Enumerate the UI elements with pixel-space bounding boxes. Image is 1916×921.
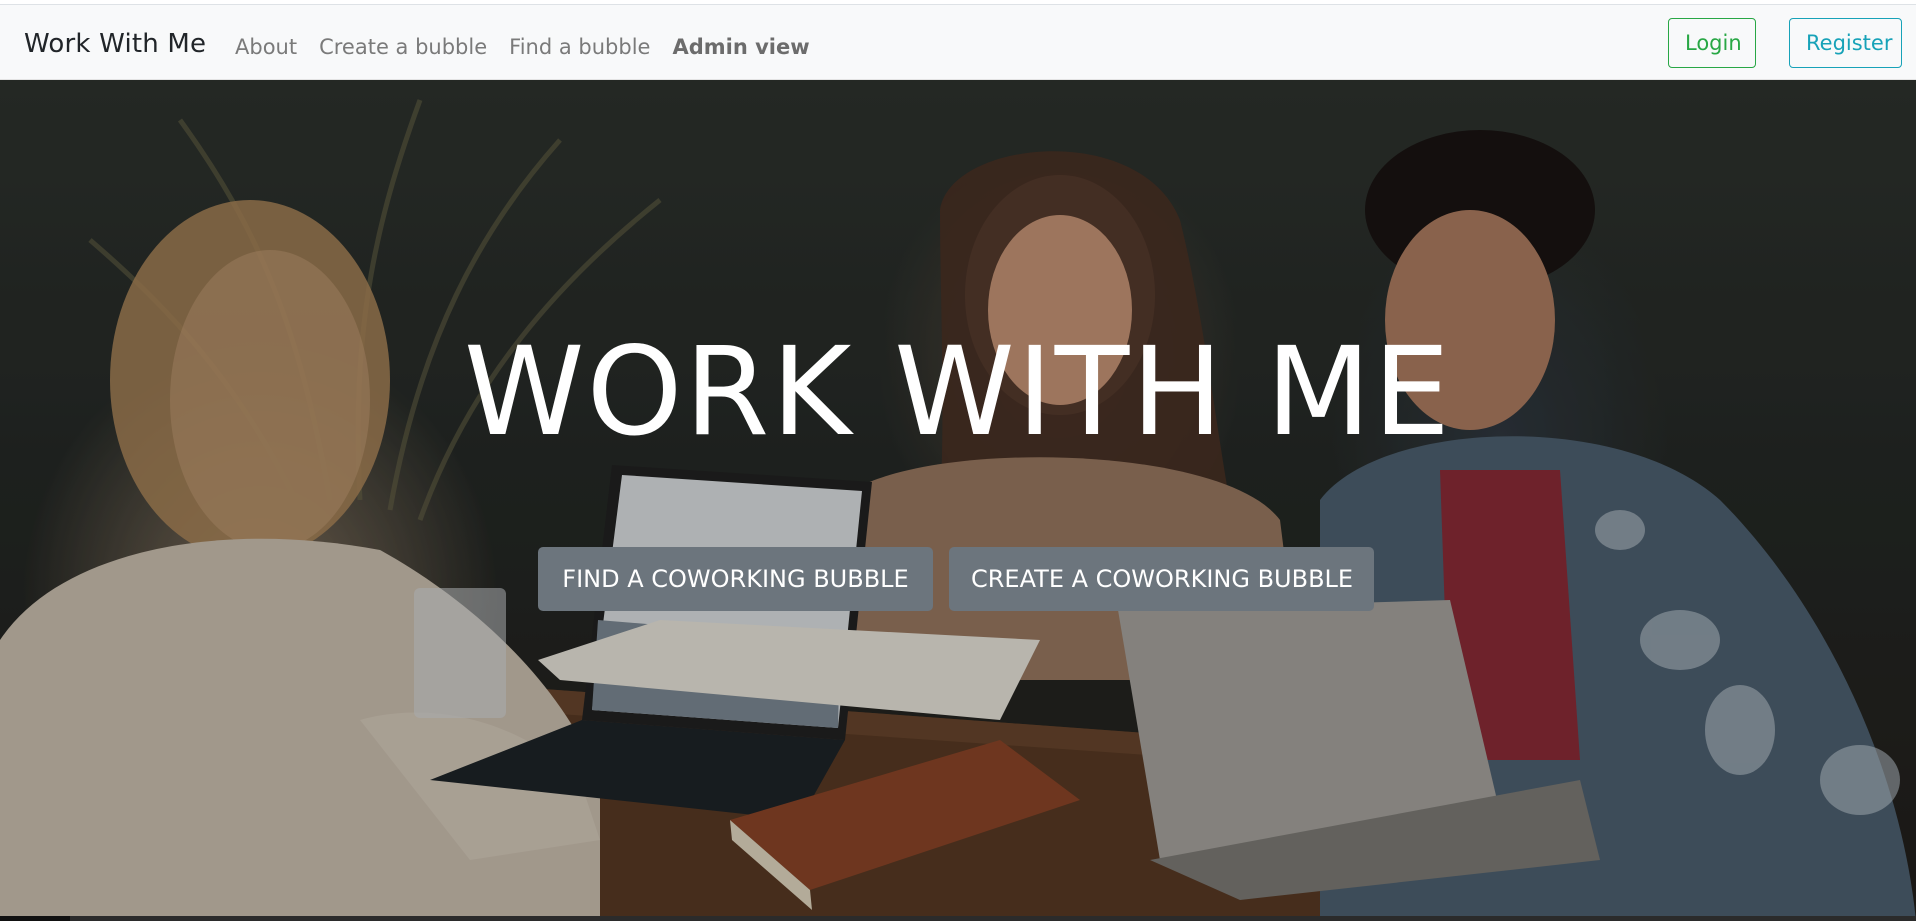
hero-title: WORK WITH ME — [463, 321, 1453, 463]
nav-find-bubble[interactable]: Find a bubble — [509, 35, 650, 59]
bottom-scrollbar-strip — [0, 916, 1916, 921]
nav-create-bubble[interactable]: Create a bubble — [319, 35, 487, 59]
find-coworking-bubble-button[interactable]: FIND A COWORKING BUBBLE — [538, 547, 933, 611]
nav-admin-view[interactable]: Admin view — [672, 35, 809, 59]
nav-links: About Create a bubble Find a bubble Admi… — [235, 35, 810, 59]
navbar: Work With Me About Create a bubble Find … — [0, 4, 1916, 80]
nav-about[interactable]: About — [235, 35, 297, 59]
bottom-strip-segment — [0, 916, 70, 921]
create-coworking-bubble-button[interactable]: CREATE A COWORKING BUBBLE — [949, 547, 1374, 611]
register-button[interactable]: Register — [1789, 18, 1902, 68]
hero-section: WORK WITH ME FIND A COWORKING BUBBLE CRE… — [0, 80, 1916, 921]
hero-background-image — [0, 80, 1916, 921]
login-button[interactable]: Login — [1668, 18, 1756, 68]
brand-link[interactable]: Work With Me — [24, 29, 206, 59]
